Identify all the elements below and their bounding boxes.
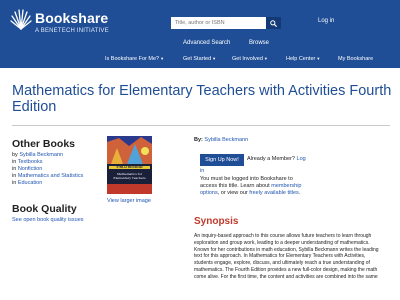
cover-author-text: SYBILLA BECKMANN — [109, 166, 150, 169]
nav-get-involved[interactable]: Get Involved▼ — [232, 56, 268, 62]
cover-art — [107, 136, 152, 194]
chevron-down-icon: ▼ — [263, 56, 268, 61]
other-books-heading: Other Books — [12, 138, 76, 150]
book-cover-image[interactable]: SYBILLA BECKMANN Mathematics for Element… — [107, 136, 152, 194]
free-titles-link[interactable]: freely available titles — [249, 190, 299, 196]
list-item: in Mathematics and Statistics — [12, 173, 83, 180]
author-byline: By: Sybilla Beckmann — [194, 137, 248, 143]
link-prefix: by — [12, 152, 18, 158]
nav-get-started[interactable]: Get Started▼ — [183, 56, 216, 62]
logo-tagline: A BENETECH INITIATIVE — [35, 28, 109, 34]
login-link[interactable]: Log in — [318, 18, 334, 24]
nav-my-bookshare[interactable]: My Bookshare — [338, 56, 373, 62]
access-notice-mid: , or view our — [217, 190, 250, 196]
member-prompt: Already a Member? Log — [247, 156, 306, 162]
author-link[interactable]: Sybilla Beckmann — [204, 137, 248, 143]
other-books-author-link[interactable]: Sybilla Beckmann — [19, 152, 63, 158]
nav-label: Help Center — [286, 56, 316, 62]
nav-label: Is Bookshare For Me? — [105, 56, 160, 62]
nav-help-center[interactable]: Help Center▼ — [286, 56, 320, 62]
member-login-link-tail[interactable]: in — [200, 168, 204, 174]
chevron-down-icon: ▼ — [212, 56, 217, 61]
search-icon — [270, 19, 277, 27]
other-books-textbooks-link[interactable]: Textbooks — [18, 159, 43, 165]
synopsis-text: An inquiry-based approach to this course… — [194, 233, 379, 280]
list-item: in Textbooks — [12, 159, 42, 166]
access-notice: You must be logged into Bookshare to acc… — [200, 176, 310, 197]
nav-is-bookshare-for-me[interactable]: Is Bookshare For Me?▼ — [105, 56, 164, 62]
search-button[interactable] — [266, 17, 281, 29]
list-item: See open book quality issues — [12, 217, 84, 224]
by-label: By: — [194, 137, 203, 143]
link-prefix: in — [12, 166, 17, 172]
nav-label: Get Started — [183, 56, 212, 62]
member-prompt-text: Already a Member? — [247, 156, 295, 162]
link-prefix: in — [12, 180, 17, 186]
page-title: Mathematics for Elementary Teachers with… — [12, 83, 392, 115]
access-notice-end: . — [298, 190, 301, 196]
other-books-nonfiction-link[interactable]: Nonfiction — [18, 166, 42, 172]
cover-title-text: Mathematics for Elementary Teachers — [113, 172, 146, 180]
main-nav: Is Bookshare For Me?▼ Get Started▼ Get I… — [0, 56, 400, 68]
link-prefix: in — [12, 173, 17, 179]
view-larger-image-link[interactable]: View larger image — [107, 198, 151, 204]
list-item: in Education — [12, 180, 42, 187]
sign-up-button[interactable]: Sign Up Now! — [200, 154, 244, 166]
browse-link[interactable]: Browse — [249, 40, 269, 46]
list-item: in Nonfiction — [12, 166, 42, 173]
bookshare-logo[interactable]: Bookshare A BENETECH INITIATIVE — [9, 9, 119, 39]
chevron-down-icon: ▼ — [160, 56, 165, 61]
other-books-math-link[interactable]: Mathematics and Statistics — [18, 173, 83, 179]
search-input[interactable] — [171, 17, 266, 29]
synopsis-heading: Synopsis — [194, 216, 239, 227]
nav-label: My Bookshare — [338, 56, 374, 62]
book-quality-heading: Book Quality — [12, 203, 77, 215]
divider — [12, 125, 390, 126]
member-login-link-part[interactable]: Log — [297, 156, 306, 162]
sunburst-logo-icon — [10, 9, 32, 30]
link-prefix: in — [12, 159, 17, 165]
logo-name: Bookshare — [35, 10, 109, 26]
list-item: by Sybilla Beckmann — [12, 152, 63, 159]
book-quality-link[interactable]: See open book quality issues — [12, 217, 84, 223]
chevron-down-icon: ▼ — [316, 56, 321, 61]
other-books-education-link[interactable]: Education — [18, 180, 42, 186]
advanced-search-link[interactable]: Advanced Search — [183, 40, 230, 46]
site-header: Bookshare A BENETECH INITIATIVE Log in A… — [0, 0, 400, 68]
nav-label: Get Involved — [232, 56, 263, 62]
